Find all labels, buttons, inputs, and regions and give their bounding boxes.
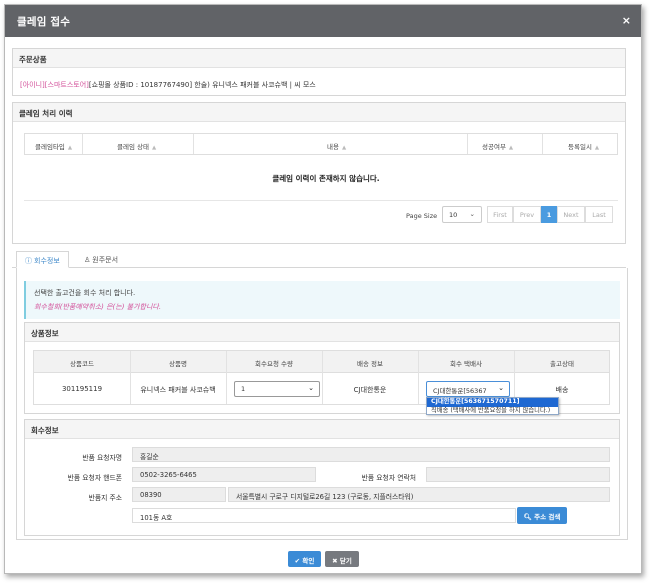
search-icon: 🔍︎ <box>523 513 532 521</box>
contact-label: 반품 요청자 연락처 <box>361 474 416 482</box>
col-success[interactable]: 성공여부 ▲ <box>482 141 513 151</box>
col-return-courier: 회수 택배사 <box>450 360 482 368</box>
order-product-text: [쇼핑몰 상품ID : 10187767490] 한술) 유니넥스 패커블 사코… <box>88 81 316 89</box>
return-info-heading: 회수정보 <box>25 420 619 439</box>
history-table-header: 클레임타입 ▲ 클레임 상태 ▲ 내용 ▲ 성공여부 ▲ 등록일시 ▲ <box>24 133 618 155</box>
order-tag-seller: [아이니] <box>20 81 45 89</box>
page-prev-button[interactable]: Prev <box>513 206 541 223</box>
claim-history-heading: 클레임 처리 이력 <box>13 103 625 122</box>
product-name: 유니넥스 패커블 사코슈백 <box>140 386 216 394</box>
notice-line: 선택한 출고건을 회수 처리 합니다. <box>34 289 136 297</box>
contact-field[interactable] <box>426 467 610 482</box>
user-icon: ♙ <box>84 256 91 264</box>
col-product-code: 상품코드 <box>70 360 94 368</box>
tab-original-order[interactable]: ♙ 원주문서 <box>76 251 126 268</box>
info-icon: ⓘ <box>25 257 32 265</box>
col-ship-status: 출고상태 <box>550 360 574 368</box>
phone-label: 반품 요청자 핸드폰 <box>67 474 122 482</box>
page-next-button[interactable]: Next <box>557 206 585 223</box>
col-claim-status[interactable]: 클레임 상태 ▲ <box>117 141 156 151</box>
col-claim-type[interactable]: 클레임타입 ▲ <box>35 141 72 151</box>
close-icon[interactable]: × <box>622 14 631 27</box>
modal-title: 클레임 접수 <box>17 16 71 28</box>
history-empty-message: 클레임 이력이 존재하지 않습니다. <box>272 174 380 183</box>
notice-warning: 회수철회(반품예약취소) 은(는) 불가합니다. <box>34 303 162 311</box>
chevron-down-icon: ⌄ <box>498 384 504 392</box>
chevron-down-icon: ⌄ <box>469 210 475 218</box>
courier-option-direct[interactable]: 직배송 (택배사에 반품요청을 하지 않습니다.) <box>427 407 558 416</box>
phone-field[interactable]: 0502-3265-6465 <box>132 467 316 482</box>
col-delivery-info: 배송 정보 <box>357 360 383 368</box>
notice-box: 선택한 출고건을 회수 처리 합니다. 회수철회(반품예약취소) 은(는) 불가… <box>24 281 620 319</box>
page-size-label: Page Size <box>406 212 438 220</box>
product-info-heading: 상품정보 <box>25 323 619 342</box>
page-last-button[interactable]: Last <box>585 206 613 223</box>
page-size-select[interactable]: 10 ⌄ <box>442 206 482 223</box>
courier-dropdown-list: CJ대한통운[563671570711] 직배송 (택배사에 반품요청을 하지 … <box>426 397 559 415</box>
delivery-info: CJ대한통운 <box>353 386 387 394</box>
courier-option-cj[interactable]: CJ대한통운[563671570711] <box>427 398 558 407</box>
zipcode-field[interactable]: 08390 <box>132 487 226 502</box>
page-1-button[interactable]: 1 <box>541 206 557 223</box>
check-icon: ✔ <box>294 557 301 565</box>
address-label: 반품지 주소 <box>88 494 122 502</box>
chevron-down-icon: ⌄ <box>308 384 314 392</box>
product-code: 301195119 <box>61 385 103 393</box>
requester-label: 반품 요청자명 <box>82 454 122 462</box>
modal-titlebar: 클레임 접수 × <box>5 5 641 37</box>
page-first-button[interactable]: First <box>487 206 513 223</box>
confirm-button[interactable]: ✔ 확인 <box>288 551 321 567</box>
order-tag-channel: [스마트스토어] <box>44 81 89 89</box>
x-icon: ✖ <box>332 557 338 565</box>
divider <box>24 200 618 201</box>
order-product-line: [아이니][스마트스토어][쇼핑몰 상품ID : 10187767490] 한술… <box>20 80 316 90</box>
ship-status: 배송 <box>555 386 569 394</box>
return-qty-select[interactable]: 1 ⌄ <box>234 381 320 397</box>
order-panel-heading: 주문상품 <box>13 49 625 68</box>
col-registered-at[interactable]: 등록일시 ▲ <box>568 141 599 151</box>
address2-field[interactable]: 101동 A호 <box>132 508 516 523</box>
close-button[interactable]: ✖ 닫기 <box>325 551 359 567</box>
col-product-name: 상품명 <box>169 360 187 368</box>
col-return-qty: 회수요청 수량 <box>255 360 293 368</box>
return-courier-select[interactable]: CJ대한통운[56367 ⌄ <box>426 381 510 397</box>
requester-field[interactable]: 홍길순 <box>132 447 610 462</box>
address1-field[interactable]: 서울특별시 구로구 디지털로26길 123 (구로동, 지플러스타워) <box>228 487 610 502</box>
col-content[interactable]: 내용 ▲ <box>327 141 346 151</box>
tab-return-info[interactable]: ⓘ 회수정보 <box>16 251 69 268</box>
address-search-button[interactable]: 🔍︎ 주소 검색 <box>517 507 567 524</box>
